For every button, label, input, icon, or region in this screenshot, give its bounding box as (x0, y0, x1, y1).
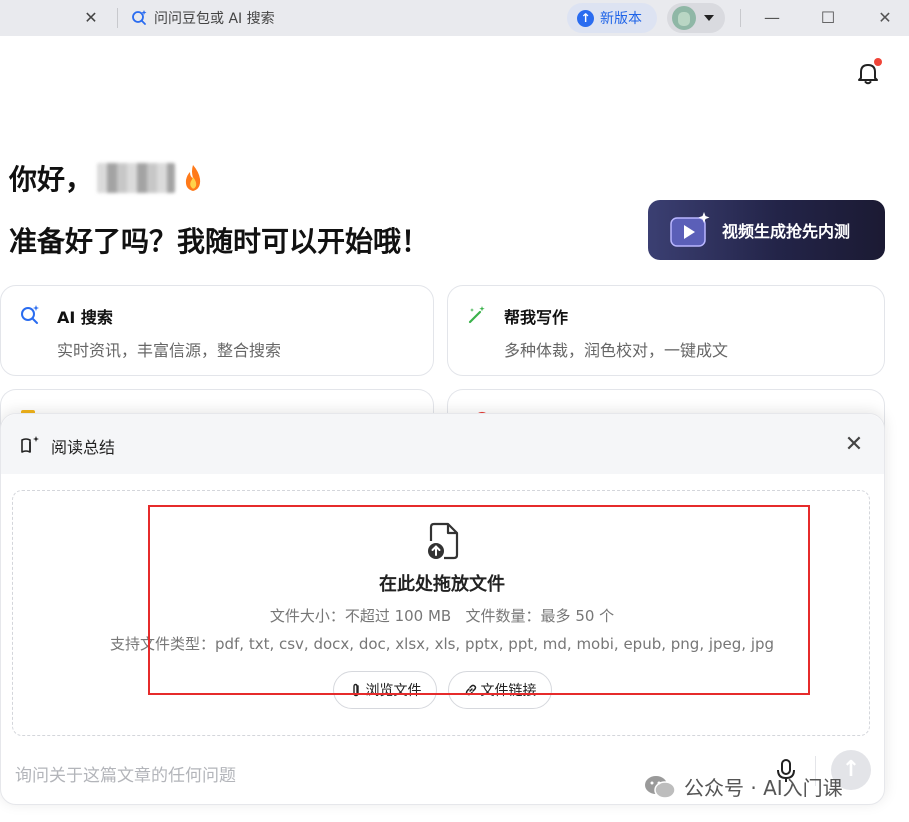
search-tab-label: 问问豆包或 AI 搜索 (154, 11, 275, 27)
search-tab[interactable]: 问问豆包或 AI 搜索 (130, 7, 275, 29)
ready-heading: 准备好了吗？我随时可以开始哦！ (9, 225, 430, 258)
panel-header: 阅读总结 ✕ (1, 414, 884, 474)
flame-icon (185, 165, 201, 191)
panel-close-button[interactable]: ✕ (841, 432, 867, 458)
window-close-button[interactable]: ✕ (870, 5, 900, 31)
wechat-icon (645, 775, 676, 799)
promo-label: 视频生成抢先内测 (722, 222, 851, 241)
tab-divider (117, 8, 118, 28)
upgrade-arrow-icon: ↑ (577, 9, 594, 27)
book-sparkle-icon (21, 436, 39, 453)
card-title: 帮我写作 (504, 308, 569, 327)
panel-title: 阅读总结 (51, 438, 116, 457)
avatar (672, 6, 696, 30)
title-bar: ✕ 问问豆包或 AI 搜索 ↑ 新版本 — ☐ ✕ (0, 0, 909, 36)
greeting-hello: 你好， (9, 163, 94, 196)
new-version-button[interactable]: ↑ 新版本 (567, 3, 657, 33)
chevron-down-icon (704, 15, 714, 21)
video-play-icon (670, 212, 710, 247)
watermark-text: 公众号 · AI入门课 (684, 776, 843, 800)
window-controls-divider (740, 9, 741, 27)
ai-search-icon (21, 305, 39, 324)
magic-pen-icon (468, 306, 485, 324)
video-generation-promo[interactable]: 视频生成抢先内测 (648, 200, 885, 260)
card-subtitle: 多种体裁，润色校对，一键成文 (504, 341, 729, 360)
ai-search-icon (132, 10, 147, 25)
card-ai-search[interactable]: AI 搜索 实时资讯，丰富信源，整合搜索 (0, 285, 434, 376)
tab-close-button[interactable]: ✕ (80, 7, 102, 29)
notification-dot (874, 58, 882, 66)
maximize-button[interactable]: ☐ (813, 5, 843, 31)
account-menu[interactable] (667, 3, 725, 33)
card-subtitle: 实时资讯，丰富信源，整合搜索 (57, 341, 282, 360)
new-version-label: 新版本 (600, 11, 642, 27)
highlight-annotation (148, 505, 810, 695)
card-title: AI 搜索 (57, 308, 113, 327)
card-writing-help[interactable]: 帮我写作 多种体裁，润色校对，一键成文 (447, 285, 885, 376)
minimize-button[interactable]: — (757, 5, 787, 31)
greeting: 你好， (9, 158, 205, 198)
blurred-username (97, 163, 176, 193)
question-input[interactable]: 询问关于这篇文章的任何问题 (15, 761, 236, 786)
watermark: 公众号 · AI入门课 (644, 772, 843, 801)
